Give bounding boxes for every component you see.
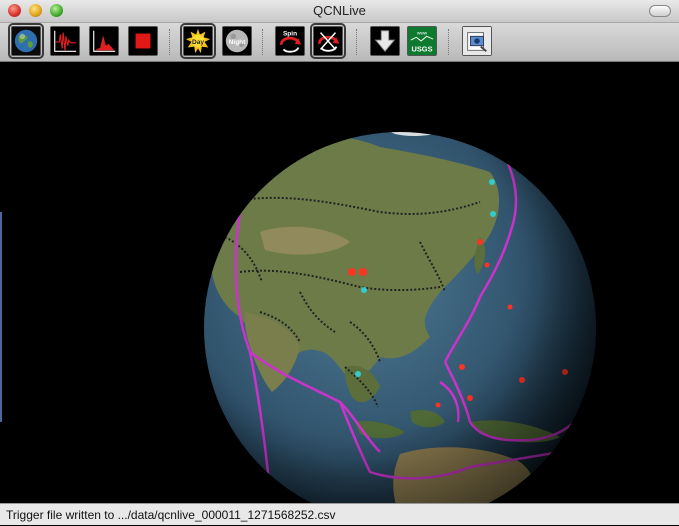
night-button[interactable]: Night [222,26,252,56]
moon-night-icon: Night [223,27,251,55]
qcnlive-window: QCNLive Day Night Spin www USGS Trigger … [0,0,679,525]
globe-viewport[interactable] [0,62,679,503]
left-edge-handle [0,212,2,422]
spin-button-label: Spin [283,30,297,37]
seismogram-3d-icon [90,27,118,55]
red-cube-icon [129,27,157,55]
download-button[interactable] [370,26,400,56]
seismogram-2d-icon [51,27,79,55]
earth-globe-icon [12,27,40,55]
usgs-icon: www USGS [408,27,436,55]
sun-day-icon: Day [184,27,212,55]
globe-shading [204,132,596,503]
spin-arrows-icon: Spin [276,27,304,55]
title-bar: QCNLive [0,0,679,23]
earth-globe[interactable] [0,62,679,503]
usgs-button-label: USGS [411,44,432,53]
spin-stop-icon [314,27,342,55]
window-title: QCNLive [313,3,366,18]
toolbar-separator [262,29,264,55]
stop-spin-button[interactable] [310,23,346,59]
toolbar: Day Night Spin www USGS [0,23,679,62]
toolbar-separator [356,29,358,55]
toolbar-separator [448,29,450,55]
usgs-button-sublabel: www [417,30,428,35]
screenshot-button[interactable] [462,26,492,56]
earth-view-button[interactable] [8,23,44,59]
arctic-ice [370,132,470,137]
toolbar-toggle-button[interactable] [649,5,671,17]
down-arrow-icon [371,27,399,55]
camera-screenshot-icon [463,27,491,55]
usgs-button[interactable]: www USGS [407,26,437,56]
status-text: Trigger file written to .../data/qcnlive… [6,508,336,522]
day-button[interactable]: Day [180,23,216,59]
night-button-label: Night [229,39,246,46]
toolbar-separator [169,29,171,55]
spin-button[interactable]: Spin [275,26,305,56]
day-button-label: Day [192,39,204,46]
sensor-2d-button[interactable] [50,26,80,56]
sensor-3d-button[interactable] [89,26,119,56]
status-bar: Trigger file written to .../data/qcnlive… [0,503,679,525]
cube-view-button[interactable] [128,26,158,56]
